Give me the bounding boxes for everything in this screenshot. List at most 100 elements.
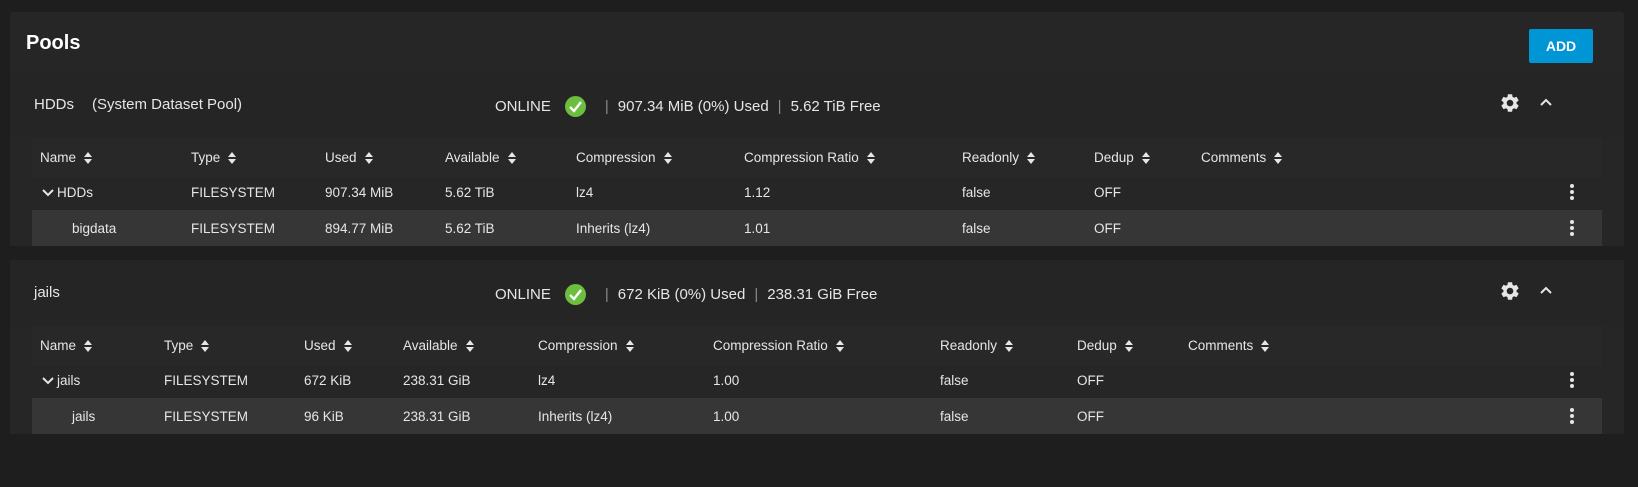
column-header-comments[interactable]: Comments <box>1188 338 1270 353</box>
chevron-up-icon[interactable] <box>1538 282 1554 298</box>
sort-icon <box>465 339 474 352</box>
gear-icon[interactable] <box>1499 280 1521 302</box>
cell-compression-ratio: 1.01 <box>744 221 771 236</box>
column-header-readonly[interactable]: Readonly <box>940 338 1014 353</box>
cell-readonly: false <box>962 221 991 236</box>
column-header-comments[interactable]: Comments <box>1201 150 1283 165</box>
cell-dedup: OFF <box>1094 185 1121 200</box>
pool-header: jails ONLINE | 672 KiB (0%) Used | 238.3… <box>10 260 1624 326</box>
table-header: Name Type Used Available Compression Com… <box>32 326 1602 366</box>
column-header-type[interactable]: Type <box>191 150 237 165</box>
separator: | <box>777 98 782 115</box>
column-header-available[interactable]: Available <box>403 338 474 353</box>
datasets-table: Name Type Used Available Compression Com… <box>32 326 1602 434</box>
table-row[interactable]: bigdata FILESYSTEM 894.77 MiB 5.62 TiB I… <box>32 210 1602 246</box>
pool-name: HDDs (System Dataset Pool) <box>34 96 242 113</box>
sort-icon <box>84 339 93 352</box>
chevron-down-icon[interactable] <box>42 376 54 386</box>
pool-used: 907.34 MiB (0%) Used <box>617 98 769 115</box>
pool-status: ONLINE | 907.34 MiB (0%) Used | 5.62 TiB… <box>495 96 881 117</box>
sort-icon <box>201 339 210 352</box>
sort-icon <box>1274 151 1283 164</box>
cell-type: FILESYSTEM <box>191 185 276 200</box>
cell-readonly: false <box>962 185 991 200</box>
column-header-available[interactable]: Available <box>445 150 516 165</box>
pools-header: Pools ADD <box>10 12 1624 72</box>
more-vert-icon[interactable] <box>1569 371 1575 389</box>
cell-compression-ratio: 1.00 <box>713 409 740 424</box>
datasets-table: Name Type Used Available Compression Com… <box>32 138 1602 246</box>
table-row[interactable]: HDDs FILESYSTEM 907.34 MiB 5.62 TiB lz4 … <box>32 174 1602 210</box>
cell-dedup: OFF <box>1094 221 1121 236</box>
pool-status: ONLINE | 672 KiB (0%) Used | 238.31 GiB … <box>495 284 877 305</box>
cell-available: 238.31 GiB <box>403 373 471 388</box>
cell-used: 672 KiB <box>304 373 352 388</box>
cell-used: 907.34 MiB <box>325 185 394 200</box>
sort-icon <box>84 151 93 164</box>
column-header-name[interactable]: Name <box>40 338 93 353</box>
pool-name-label: jails <box>34 284 60 301</box>
separator: | <box>604 98 609 115</box>
check-circle-icon <box>564 284 586 305</box>
pool-divider <box>10 246 1624 260</box>
pool-name-label: HDDs <box>34 96 74 113</box>
column-header-readonly[interactable]: Readonly <box>962 150 1036 165</box>
cell-used: 96 KiB <box>304 409 344 424</box>
cell-compression: lz4 <box>538 373 556 388</box>
column-header-compression[interactable]: Compression <box>538 338 634 353</box>
cell-compression-ratio: 1.00 <box>713 373 740 388</box>
cell-readonly: false <box>940 409 969 424</box>
column-header-compression[interactable]: Compression <box>576 150 672 165</box>
cell-dedup: OFF <box>1077 373 1104 388</box>
cell-available: 5.62 TiB <box>445 185 495 200</box>
sort-icon <box>835 339 844 352</box>
column-header-compression-ratio[interactable]: Compression Ratio <box>744 150 875 165</box>
column-header-dedup[interactable]: Dedup <box>1077 338 1133 353</box>
column-header-used[interactable]: Used <box>325 150 373 165</box>
cell-compression-ratio: 1.12 <box>744 185 771 200</box>
column-header-dedup[interactable]: Dedup <box>1094 150 1150 165</box>
pool-card-jails: jails ONLINE | 672 KiB (0%) Used | 238.3… <box>10 260 1624 434</box>
check-circle-icon <box>564 96 586 117</box>
table-row[interactable]: jails FILESYSTEM 96 KiB 238.31 GiB Inher… <box>32 398 1602 434</box>
column-header-used[interactable]: Used <box>304 338 352 353</box>
cell-compression: Inherits (lz4) <box>538 409 613 424</box>
column-header-name[interactable]: Name <box>40 150 93 165</box>
sort-icon <box>507 151 516 164</box>
pool-status-label: ONLINE <box>495 286 551 303</box>
pool-name: jails <box>34 284 60 301</box>
cell-available: 238.31 GiB <box>403 409 471 424</box>
cell-name: jails <box>72 409 96 424</box>
pool-free: 5.62 TiB Free <box>790 98 881 115</box>
cell-compression: Inherits (lz4) <box>576 221 651 236</box>
more-vert-icon[interactable] <box>1569 219 1575 237</box>
pool-status-label: ONLINE <box>495 98 551 115</box>
add-pool-button[interactable]: ADD <box>1529 29 1593 63</box>
column-header-compression-ratio[interactable]: Compression Ratio <box>713 338 844 353</box>
sort-icon <box>1005 339 1014 352</box>
more-vert-icon[interactable] <box>1569 183 1575 201</box>
sort-icon <box>228 151 237 164</box>
table-row[interactable]: jails FILESYSTEM 672 KiB 238.31 GiB lz4 … <box>32 362 1602 398</box>
chevron-up-icon[interactable] <box>1538 94 1554 110</box>
gear-icon[interactable] <box>1499 92 1521 114</box>
more-vert-icon[interactable] <box>1569 407 1575 425</box>
pool-card-hdds: HDDs (System Dataset Pool) ONLINE | 907.3… <box>10 72 1624 246</box>
cell-name: bigdata <box>72 221 117 236</box>
sort-icon <box>1261 339 1270 352</box>
sort-icon <box>625 339 634 352</box>
column-header-type[interactable]: Type <box>164 338 210 353</box>
cell-type: FILESYSTEM <box>191 221 276 236</box>
separator: | <box>754 286 759 303</box>
page-title: Pools <box>26 32 81 54</box>
pool-subtitle: (System Dataset Pool) <box>92 96 243 113</box>
cell-used: 894.77 MiB <box>325 221 394 236</box>
sort-icon <box>1124 339 1133 352</box>
chevron-down-icon[interactable] <box>42 188 54 198</box>
cell-type: FILESYSTEM <box>164 373 249 388</box>
pool-used: 672 KiB (0%) Used <box>617 286 746 303</box>
table-header: Name Type Used Available Compression Com… <box>32 138 1602 178</box>
sort-icon <box>1027 151 1036 164</box>
separator: | <box>604 286 609 303</box>
sort-icon <box>663 151 672 164</box>
